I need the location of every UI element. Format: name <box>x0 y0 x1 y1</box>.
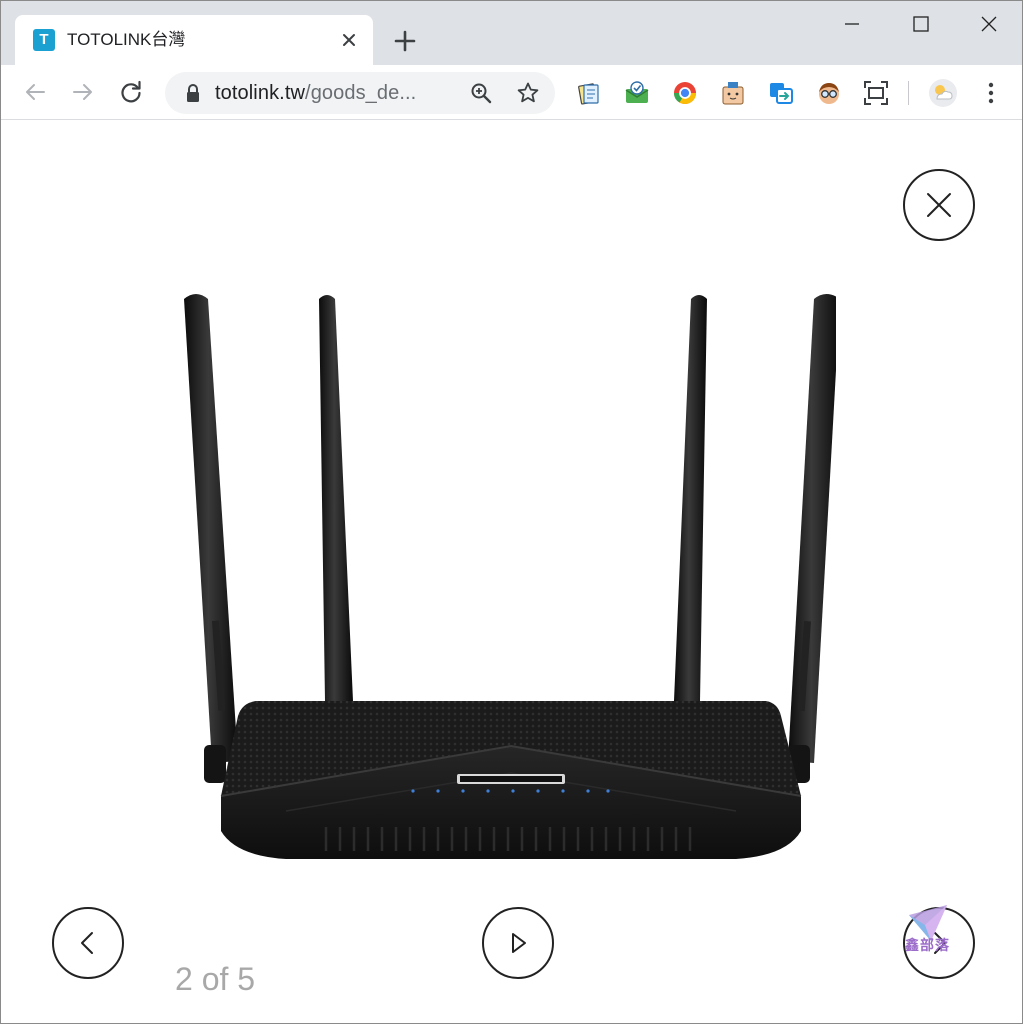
totolink-favicon-icon: T <box>33 29 55 51</box>
avatar-glasses-extension-icon[interactable] <box>815 79 843 107</box>
toolbar-separator <box>908 81 909 105</box>
arrow-left-icon[interactable] <box>20 77 50 107</box>
screenshot-extension-icon[interactable] <box>862 79 890 107</box>
plus-icon[interactable] <box>391 27 419 55</box>
weather-extension-icon[interactable] <box>928 78 958 108</box>
box-face-extension-icon[interactable] <box>719 79 747 107</box>
browser-window: T TOTOLINK台灣 totolink.tw/goods_de... 鑫部落… <box>0 0 1023 1024</box>
mail-check-extension-icon[interactable] <box>623 79 651 107</box>
url-path: /goods_de... <box>305 82 417 104</box>
play-slideshow-button[interactable] <box>482 907 554 979</box>
close-icon <box>927 193 951 217</box>
tab-strip: T TOTOLINK台灣 <box>1 1 1022 65</box>
share-extension-icon[interactable] <box>767 79 795 107</box>
browser-toolbar: totolink.tw/goods_de... <box>1 65 1022 120</box>
lock-icon[interactable] <box>185 83 201 103</box>
play-icon <box>512 933 526 953</box>
minimize-icon[interactable] <box>837 9 867 39</box>
watermark-text: 鑫部落 <box>905 937 950 953</box>
previous-button[interactable] <box>52 907 124 979</box>
close-window-icon[interactable] <box>974 9 1004 39</box>
address-bar[interactable]: totolink.tw/goods_de... <box>165 72 555 114</box>
url-host: totolink.tw <box>215 82 306 104</box>
chrome-store-extension-icon[interactable] <box>671 79 699 107</box>
notes-extension-icon[interactable] <box>575 79 603 107</box>
router-product-image <box>184 294 836 859</box>
tab-title: TOTOLINK台灣 <box>67 30 186 49</box>
lightbox: 鑫部落 2 of 5 <box>1 121 1022 1023</box>
kebab-menu-icon[interactable] <box>977 79 1005 107</box>
slide-counter: 2 of 5 <box>175 961 256 997</box>
maximize-icon[interactable] <box>906 9 936 39</box>
lightbox-close-button[interactable] <box>903 169 975 241</box>
star-icon[interactable] <box>516 81 540 105</box>
chevron-left-icon <box>81 932 93 954</box>
close-icon[interactable] <box>338 29 360 51</box>
arrow-right-icon[interactable] <box>68 77 98 107</box>
zoom-icon[interactable] <box>469 81 493 105</box>
url-text[interactable]: totolink.tw/goods_de... <box>215 82 416 104</box>
reload-icon[interactable] <box>116 77 146 107</box>
tab-totolink[interactable]: T TOTOLINK台灣 <box>15 15 373 65</box>
